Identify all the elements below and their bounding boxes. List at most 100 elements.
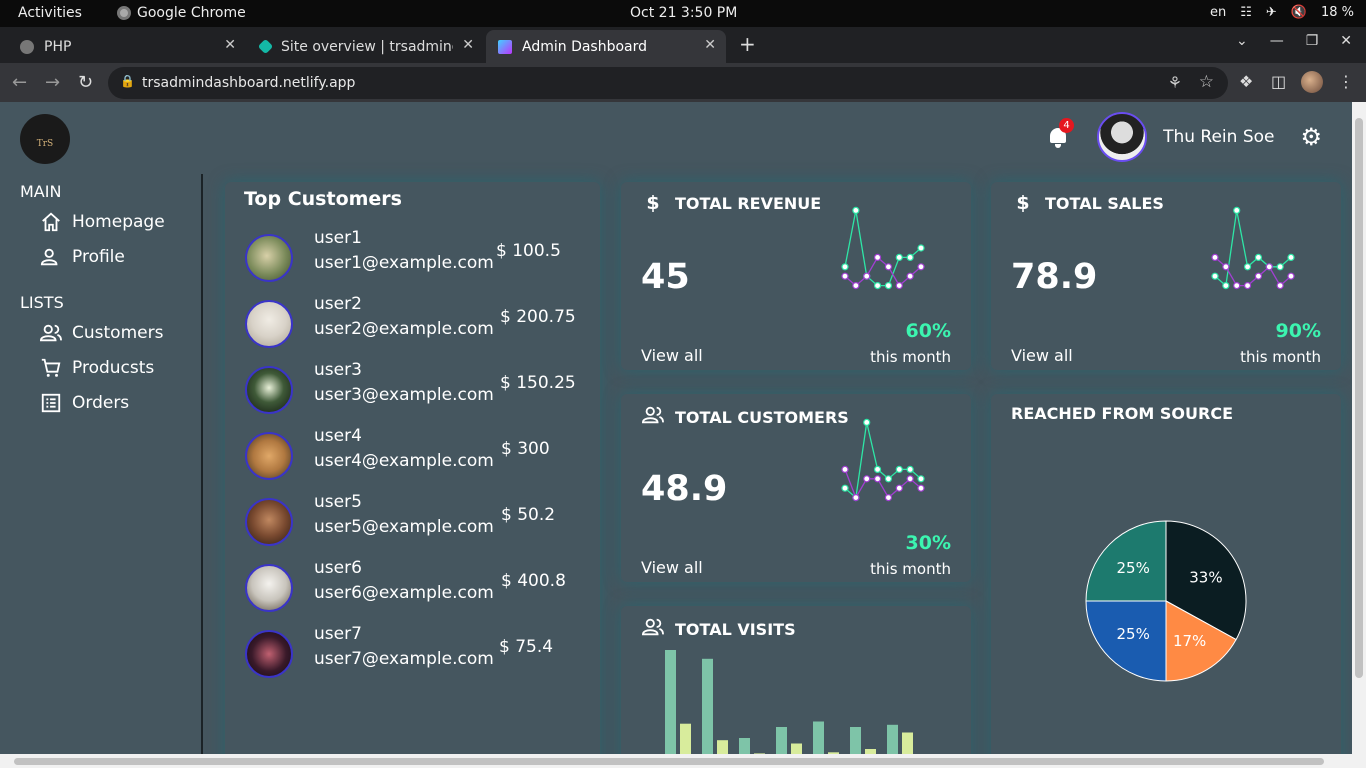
url-text[interactable]: trsadmindashboard.netlify.app: [142, 75, 355, 91]
dollar-icon: $: [1016, 192, 1030, 214]
users-icon: [641, 616, 665, 643]
pie-slice-label: 25%: [1117, 625, 1150, 643]
forward-icon[interactable]: →: [45, 72, 60, 93]
clock[interactable]: Oct 21 3:50 PM: [630, 5, 737, 21]
volume-muted-icon: 🔇: [1290, 5, 1307, 20]
restore-icon[interactable]: ❐: [1306, 33, 1319, 49]
total-revenue-card: $ TOTAL REVENUE 45 60% View all this mon…: [621, 182, 971, 370]
bookmark-star-icon[interactable]: ☆: [1199, 72, 1214, 92]
back-icon[interactable]: ←: [12, 72, 27, 93]
lock-icon[interactable]: 🔒: [120, 74, 135, 88]
user-avatar[interactable]: [1097, 112, 1148, 162]
list-item[interactable]: user1 user1@example.com $ 100.5: [245, 228, 585, 288]
pie-title: REACHED FROM SOURCE: [1011, 404, 1233, 423]
stat-title: TOTAL CUSTOMERS: [641, 404, 849, 431]
list-item[interactable]: user5 user5@example.com $ 50.2: [245, 492, 585, 552]
stat-title: $ TOTAL SALES: [1011, 192, 1164, 214]
customer-amount: $ 75.4: [499, 637, 554, 657]
sparkline-point: [895, 253, 903, 262]
app-menu[interactable]: Google Chrome: [117, 5, 246, 21]
activities-button[interactable]: Activities: [18, 5, 82, 21]
close-window-icon[interactable]: ✕: [1340, 33, 1352, 49]
tab-search-icon[interactable]: ⌄: [1236, 33, 1248, 49]
stat-title: $ TOTAL REVENUE: [641, 192, 821, 214]
user-name: Thu Rein Soe: [1163, 127, 1275, 147]
source-pie-chart: 33% 17% 25% 25%: [1085, 520, 1247, 682]
list-item[interactable]: user6 user6@example.com $ 400.8: [245, 558, 585, 618]
customer-email: user6@example.com: [314, 583, 494, 603]
logo-text: TrS: [36, 139, 54, 149]
visits-bar: [665, 650, 676, 754]
close-tab-icon[interactable]: ✕: [224, 37, 236, 53]
view-all-link[interactable]: View all: [1011, 346, 1073, 365]
list-item[interactable]: user7 user7@example.com $ 75.4: [245, 624, 585, 684]
customers-sparkline: [841, 418, 925, 502]
logo[interactable]: TrS: [20, 114, 70, 164]
list-item[interactable]: user4 user4@example.com $ 300: [245, 426, 585, 486]
tab-title: Admin Dashboard: [522, 38, 648, 55]
horizontal-scrollbar[interactable]: [0, 754, 1366, 768]
stat-period: this month: [870, 560, 951, 578]
close-tab-icon[interactable]: ✕: [704, 37, 716, 53]
address-bar: ← → ↻ 🔒 trsadmindashboard.netlify.app ⚘ …: [0, 63, 1366, 102]
sidebar-item-profile[interactable]: Profile: [40, 246, 125, 268]
sparkline-point: [1211, 272, 1219, 280]
gear-icon[interactable]: ⚙: [1300, 123, 1322, 151]
sparkline-point: [1233, 206, 1241, 214]
stat-period: this month: [870, 348, 951, 366]
close-tab-icon[interactable]: ✕: [462, 37, 474, 53]
sidebar-item-customers[interactable]: Customers: [40, 322, 163, 344]
scrollbar-thumb[interactable]: [1355, 118, 1363, 678]
top-customers-card: Top Customers user1 user1@example.com $ …: [225, 182, 600, 754]
profile-avatar[interactable]: [1301, 71, 1323, 93]
visits-bar: [739, 738, 750, 754]
menu-dots-icon[interactable]: ⋮: [1338, 72, 1354, 91]
chrome-icon: [117, 6, 131, 20]
sparkline-point: [906, 465, 914, 474]
sidebar-item-orders[interactable]: Orders: [40, 392, 129, 414]
sparkline-point: [1233, 281, 1241, 290]
avatar: [245, 366, 293, 414]
vertical-scrollbar[interactable]: [1352, 102, 1366, 754]
sales-sparkline: [1211, 206, 1295, 290]
visits-bar: [902, 732, 913, 754]
notification-bell-icon[interactable]: 4: [1047, 118, 1075, 148]
sidebar-section-lists: LISTS: [20, 293, 64, 312]
sparkline-point: [852, 281, 860, 290]
sidebar-item-products[interactable]: Producsts: [40, 357, 154, 379]
url-field[interactable]: 🔒 trsadmindashboard.netlify.app ⚘ ☆: [108, 67, 1228, 99]
tab-site-overview[interactable]: Site overview | trsadmindashboard ✕: [248, 30, 484, 63]
pie-slice-label: 17%: [1173, 632, 1206, 650]
sidebar-item-homepage[interactable]: Homepage: [40, 211, 165, 233]
list-item[interactable]: user2 user2@example.com $ 200.75: [245, 294, 585, 354]
tab-admin-dashboard[interactable]: Admin Dashboard ✕: [486, 30, 726, 63]
sparkline-point: [841, 272, 849, 280]
system-tray[interactable]: en ☷ ✈ 🔇 18 %: [1210, 5, 1354, 20]
netlify-icon: [257, 38, 274, 55]
sparkline-point: [863, 418, 871, 426]
sparkline-point: [1287, 253, 1295, 262]
sparkline-point: [906, 475, 914, 483]
share-icon[interactable]: ⚘: [1168, 73, 1182, 92]
sidebar-item-label: Customers: [72, 323, 164, 343]
view-all-link[interactable]: View all: [641, 346, 703, 365]
side-panel-icon[interactable]: ◫: [1271, 72, 1286, 91]
sparkline-point: [917, 484, 925, 492]
extensions-icon[interactable]: ❖: [1239, 72, 1253, 91]
list-icon: [41, 393, 61, 413]
reload-icon[interactable]: ↻: [78, 72, 93, 93]
minimize-icon[interactable]: —: [1270, 33, 1284, 49]
sparkline-point: [917, 475, 925, 483]
list-item[interactable]: user3 user3@example.com $ 150.25: [245, 360, 585, 420]
stat-title-text: TOTAL REVENUE: [675, 193, 822, 213]
customer-amount: $ 300: [501, 439, 550, 459]
new-tab-button[interactable]: +: [739, 32, 756, 56]
language-indicator[interactable]: en: [1210, 5, 1226, 20]
sparkline-point: [873, 253, 882, 262]
sparkline-point: [884, 263, 893, 271]
sparkline-point: [895, 281, 903, 290]
sparkline-point: [841, 484, 849, 492]
scrollbar-thumb[interactable]: [14, 758, 1324, 765]
view-all-link[interactable]: View all: [641, 558, 703, 577]
tab-php[interactable]: PHP ✕: [10, 30, 246, 63]
